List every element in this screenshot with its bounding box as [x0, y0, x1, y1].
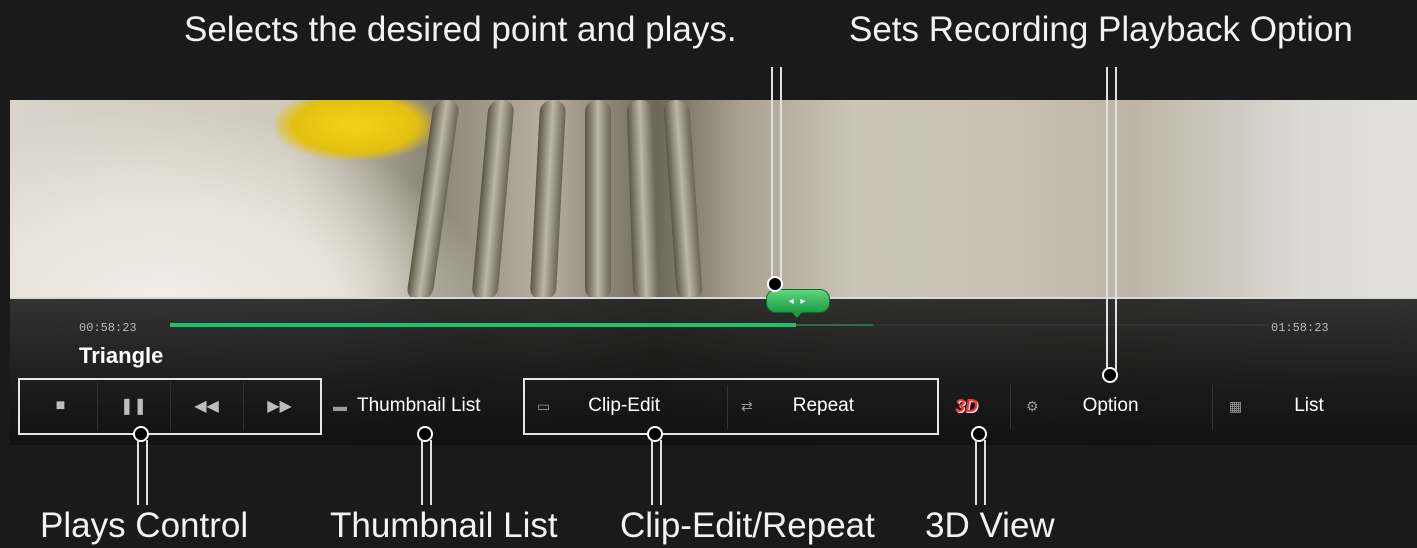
gear-icon: ⚙: [1026, 397, 1039, 414]
option-button[interactable]: ⚙ Option: [1026, 381, 1139, 431]
connector-line: [421, 440, 432, 505]
connector-line: [137, 440, 148, 505]
time-start: 00:58:23: [79, 321, 137, 335]
progress-bar[interactable]: [170, 323, 796, 327]
list-label: List: [1294, 395, 1324, 416]
connector-line: [975, 440, 986, 505]
progress-track[interactable]: [170, 323, 1268, 327]
connector-line: [1106, 67, 1117, 370]
clip-edit-repeat-highlight: [523, 378, 939, 435]
3d-icon: 3D: [955, 395, 979, 416]
connector-dot: [767, 276, 783, 292]
thumbnail-list-button[interactable]: ▬ Thumbnail List: [333, 381, 481, 431]
thumbnail-icon: ▬: [333, 398, 347, 414]
connector-line: [771, 67, 782, 282]
grid-icon: ▦: [1229, 397, 1243, 414]
plays-control-highlight: [18, 378, 322, 435]
connector-dot: [1102, 367, 1118, 383]
divider: [1010, 385, 1011, 429]
video-pipe: [585, 100, 611, 300]
video-pipe: [471, 100, 515, 300]
annotation-3d-view: 3D View: [925, 506, 1055, 545]
video-yellow-cable: [275, 100, 435, 160]
annotation-plays-control: Plays Control: [40, 506, 249, 545]
video-pipe: [663, 100, 703, 300]
divider: [1212, 385, 1213, 429]
video-pipe: [626, 100, 660, 300]
list-button[interactable]: ▦ List: [1229, 381, 1324, 431]
seek-marker[interactable]: ◂ ▸: [766, 289, 830, 318]
connector-line: [651, 440, 662, 505]
annotation-thumbnail-list: Thumbnail List: [330, 506, 558, 545]
thumbnail-list-label: Thumbnail List: [357, 395, 481, 416]
annotation-playback-option: Sets Recording Playback Option: [849, 10, 1353, 49]
annotation-clip-edit-repeat: Clip-Edit/Repeat: [620, 506, 875, 545]
3d-view-button[interactable]: 3D: [955, 381, 978, 431]
recording-title: Triangle: [79, 343, 164, 368]
time-end: 01:58:23: [1271, 321, 1329, 335]
annotation-select-point: Selects the desired point and plays.: [184, 10, 737, 49]
video-pipe: [529, 100, 567, 300]
option-label: Option: [1082, 395, 1139, 416]
